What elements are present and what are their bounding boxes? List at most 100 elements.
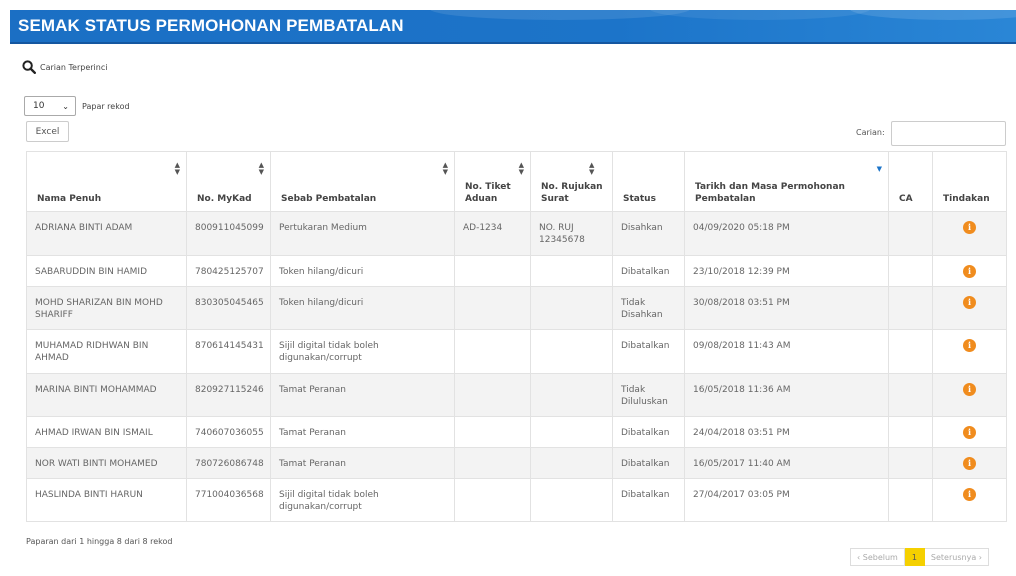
- cell-tindakan: i: [932, 373, 1007, 417]
- cell-tiket: [454, 255, 531, 287]
- header-decoration: [850, 10, 1016, 20]
- cell-ca: [888, 416, 933, 448]
- column-header-label: No. Tiket Aduan: [465, 182, 511, 204]
- column-header-rujukan[interactable]: ▲ ▼ No. Rujukan Surat: [530, 151, 613, 212]
- cell-mykad: 870614145431: [186, 329, 271, 374]
- search-icon: [22, 60, 36, 74]
- cell-status: Tidak Diluluskan: [612, 373, 685, 417]
- info-icon[interactable]: i: [963, 296, 976, 309]
- column-header-label: Status: [623, 194, 656, 204]
- data-table: ▲ ▼ Nama Penuh ▲ ▼ No. MyKad ▲ ▼ Sebab Pembata…: [26, 151, 1007, 522]
- column-header-tiket[interactable]: ▲ ▼ No. Tiket Aduan: [454, 151, 531, 212]
- sort-icon: ▲ ▼: [518, 161, 524, 176]
- excel-export-button[interactable]: Excel: [26, 121, 69, 142]
- cell-mykad: 780425125707: [186, 255, 271, 287]
- cell-status: Tidak Disahkan: [612, 286, 685, 330]
- page-length-select[interactable]: 10 ⌄: [24, 96, 76, 116]
- cell-rujukan: [530, 286, 613, 330]
- cell-rujukan: NO. RUJ 12345678: [530, 211, 613, 256]
- sort-icon: ▲ ▼: [589, 161, 595, 176]
- advanced-search-link[interactable]: Carian Terperinci: [22, 60, 107, 74]
- info-icon[interactable]: i: [963, 488, 976, 501]
- column-header-label: Tindakan: [943, 194, 990, 204]
- cell-nama: AHMAD IRWAN BIN ISMAIL: [26, 416, 187, 448]
- table-info: Paparan dari 1 hingga 8 dari 8 rekod: [26, 537, 173, 546]
- cell-tindakan: i: [932, 211, 1007, 256]
- info-icon[interactable]: i: [963, 265, 976, 278]
- cell-tarikh: 04/09/2020 05:18 PM: [684, 211, 889, 256]
- cell-tiket: [454, 416, 531, 448]
- sort-desc-icon: ▼: [876, 165, 882, 173]
- cell-tiket: [454, 286, 531, 330]
- cell-sebab: Sijil digital tidak boleh digunakan/corr…: [270, 329, 455, 374]
- cell-tindakan: i: [932, 329, 1007, 374]
- info-icon[interactable]: i: [963, 339, 976, 352]
- table-row: NOR WATI BINTI MOHAMED 780726086748 Tamat …: [26, 447, 1007, 479]
- cell-rujukan: [530, 447, 613, 479]
- search-input[interactable]: [891, 121, 1006, 146]
- table-row: MARINA BINTI MOHAMMAD 820927115246 Tamat P…: [26, 373, 1007, 417]
- column-header-label: Nama Penuh: [37, 194, 102, 204]
- column-header-tarikh[interactable]: ▼ Tarikh dan Masa Permohonan Pembatalan: [684, 151, 889, 212]
- table-row: ADRIANA BINTI ADAM 800911045099 Pertukaran…: [26, 211, 1007, 256]
- cell-sebab: Sijil digital tidak boleh digunakan/corr…: [270, 478, 455, 522]
- cell-tindakan: i: [932, 478, 1007, 522]
- cell-tarikh: 16/05/2017 11:40 AM: [684, 447, 889, 479]
- table-header-row: ▲ ▼ Nama Penuh ▲ ▼ No. MyKad ▲ ▼ Sebab Pembata…: [26, 151, 1007, 212]
- cell-rujukan: [530, 373, 613, 417]
- cell-tiket: AD-1234: [454, 211, 531, 256]
- cell-ca: [888, 478, 933, 522]
- page-length-label: Papar rekod: [82, 101, 130, 111]
- cell-rujukan: [530, 416, 613, 448]
- next-page-button[interactable]: Seterusnya ›: [924, 548, 989, 566]
- cell-ca: [888, 255, 933, 287]
- cell-tarikh: 24/04/2018 03:51 PM: [684, 416, 889, 448]
- cell-tiket: [454, 478, 531, 522]
- advanced-search-label: Carian Terperinci: [40, 62, 108, 72]
- cell-tarikh: 16/05/2018 11:36 AM: [684, 373, 889, 417]
- cell-tiket: [454, 329, 531, 374]
- cell-mykad: 820927115246: [186, 373, 271, 417]
- page-length-value: 10: [33, 101, 45, 111]
- column-header-label: CA: [899, 194, 913, 204]
- cell-rujukan: [530, 329, 613, 374]
- cell-nama: MUHAMAD RIDHWAN BIN AHMAD: [26, 329, 187, 374]
- sort-icon: ▲ ▼: [174, 161, 180, 176]
- cell-ca: [888, 211, 933, 256]
- table-row: AHMAD IRWAN BIN ISMAIL 740607036055 Tamat …: [26, 416, 1007, 448]
- cell-mykad: 780726086748: [186, 447, 271, 479]
- cell-sebab: Token hilang/dicuri: [270, 255, 455, 287]
- info-icon[interactable]: i: [963, 457, 976, 470]
- cell-status: Disahkan: [612, 211, 685, 256]
- cell-nama: ADRIANA BINTI ADAM: [26, 211, 187, 256]
- cell-nama: HASLINDA BINTI HARUN: [26, 478, 187, 522]
- info-icon[interactable]: i: [963, 426, 976, 439]
- column-header-mykad[interactable]: ▲ ▼ No. MyKad: [186, 151, 271, 212]
- cell-tarikh: 30/08/2018 03:51 PM: [684, 286, 889, 330]
- cell-mykad: 771004036568: [186, 478, 271, 522]
- cell-tiket: [454, 373, 531, 417]
- previous-page-button[interactable]: ‹ Sebelum: [850, 548, 905, 566]
- search-label: Carian:: [856, 128, 885, 137]
- cell-status: Dibatalkan: [612, 478, 685, 522]
- sort-icon: ▲ ▼: [258, 161, 264, 176]
- table-row: MOHD SHARIZAN BIN MOHD SHARIFF 8303050454…: [26, 286, 1007, 330]
- info-icon[interactable]: i: [963, 221, 976, 234]
- cell-tarikh: 23/10/2018 12:39 PM: [684, 255, 889, 287]
- column-header-sebab[interactable]: ▲ ▼ Sebab Pembatalan: [270, 151, 455, 212]
- page-title: SEMAK STATUS PERMOHONAN PEMBATALAN: [18, 16, 404, 35]
- cell-ca: [888, 286, 933, 330]
- cell-ca: [888, 447, 933, 479]
- cell-tindakan: i: [932, 447, 1007, 479]
- column-header-label: Tarikh dan Masa Permohonan Pembatalan: [695, 182, 845, 204]
- cell-rujukan: [530, 255, 613, 287]
- cell-rujukan: [530, 478, 613, 522]
- info-icon[interactable]: i: [963, 383, 976, 396]
- pagination: ‹ Sebelum 1 Seterusnya ›: [850, 548, 989, 566]
- cell-mykad: 800911045099: [186, 211, 271, 256]
- column-header-ca: CA: [888, 151, 933, 212]
- page-button-current[interactable]: 1: [904, 548, 925, 566]
- column-header-nama[interactable]: ▲ ▼ Nama Penuh: [26, 151, 187, 212]
- page-header: SEMAK STATUS PERMOHONAN PEMBATALAN: [10, 10, 1016, 44]
- table-row: MUHAMAD RIDHWAN BIN AHMAD 870614145431 Sij…: [26, 329, 1007, 374]
